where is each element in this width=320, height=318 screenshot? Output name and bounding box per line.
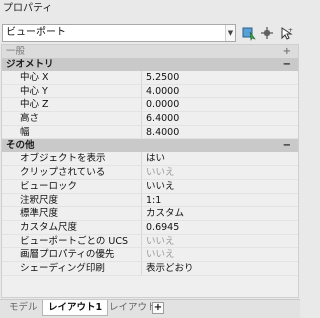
toolbar: ビューポート ▼ +: [0, 21, 300, 43]
object-type-selected: ビューポート: [6, 27, 66, 38]
property-value[interactable]: 6.4000: [146, 112, 179, 126]
pickadd-toggle-icon[interactable]: +: [278, 25, 294, 41]
property-label: 中心 X: [20, 72, 49, 83]
property-value[interactable]: 0.6945: [146, 221, 179, 235]
property-row[interactable]: オブジェクトを表示 はい: [2, 152, 298, 167]
property-label: 中心 Z: [20, 99, 49, 111]
property-row[interactable]: 注釈尺度 1:1: [2, 193, 298, 208]
property-value[interactable]: 8.4000: [146, 126, 179, 140]
property-label: クリップされている: [20, 167, 106, 179]
property-label: ビューポートごとの UCS: [20, 235, 129, 247]
section-geometry[interactable]: ジオメトリ −: [2, 58, 298, 71]
section-general[interactable]: 一般 +: [2, 45, 298, 58]
property-value[interactable]: 0.0000: [146, 98, 179, 112]
expand-icon[interactable]: +: [283, 45, 291, 58]
tab-layout1[interactable]: レイアウト1: [42, 300, 109, 316]
svg-text:+: +: [288, 27, 293, 34]
property-row[interactable]: 中心 Y 4.0000: [2, 84, 298, 99]
property-grid: 一般 + ジオメトリ − 中心 X 5.2500 中心 Y 4.0000 中心 …: [1, 44, 299, 298]
property-value[interactable]: 4.0000: [146, 85, 179, 99]
property-value: いいえ: [146, 235, 175, 247]
property-value[interactable]: いいえ: [146, 180, 175, 194]
layout-tab-bar: モデル レイアウト1 レイアウト2 +: [0, 299, 300, 318]
property-value[interactable]: 5.2500: [146, 71, 179, 85]
chevron-down-icon[interactable]: ▼: [225, 25, 235, 41]
section-geometry-label: ジオメトリ: [6, 59, 54, 70]
property-value[interactable]: カスタム: [146, 207, 184, 221]
property-label: ビューロック: [20, 180, 78, 192]
property-value[interactable]: 表示どおり: [146, 262, 194, 276]
section-misc[interactable]: その他 −: [2, 139, 298, 153]
tab-model[interactable]: モデル: [4, 300, 43, 316]
property-label: 中心 Y: [20, 85, 48, 97]
property-label: オブジェクトを表示: [20, 153, 106, 165]
property-row[interactable]: ビューポートごとの UCS いいえ: [2, 234, 298, 249]
property-row[interactable]: シェーディング印刷 表示どおり: [2, 261, 298, 276]
section-misc-label: その他: [6, 140, 35, 152]
property-label: 画層プロパティの優先: [20, 249, 115, 261]
property-value: いいえ: [146, 167, 175, 179]
collapse-icon[interactable]: −: [283, 139, 291, 152]
property-label: 高さ: [20, 113, 40, 125]
quick-select-icon[interactable]: [241, 25, 257, 41]
section-general-label: 一般: [6, 46, 26, 57]
add-layout-button[interactable]: +: [152, 302, 164, 314]
property-value[interactable]: 1:1: [146, 194, 161, 208]
property-row[interactable]: ビューロック いいえ: [2, 179, 298, 194]
property-row[interactable]: 高さ 6.4000: [2, 112, 298, 126]
property-row[interactable]: 中心 X 5.2500: [2, 71, 298, 85]
property-row[interactable]: 標準尺度 カスタム: [2, 207, 298, 221]
property-row[interactable]: 中心 Z 0.0000: [2, 98, 298, 113]
property-value: いいえ: [146, 249, 175, 261]
property-label: 注釈尺度: [20, 194, 59, 206]
object-type-dropdown[interactable]: ビューポート ▼: [2, 24, 236, 42]
property-row[interactable]: カスタム尺度 0.6945: [2, 220, 298, 235]
collapse-icon[interactable]: −: [283, 58, 291, 71]
property-label: 標準尺度: [20, 208, 59, 220]
property-label: カスタム尺度: [20, 221, 78, 233]
property-label: シェーディング印刷: [20, 262, 105, 274]
property-row[interactable]: 画層プロパティの優先 いいえ: [2, 248, 298, 262]
property-label: 幅: [20, 126, 30, 138]
window-title: プロパティ: [0, 0, 300, 18]
property-row[interactable]: 幅 8.4000: [2, 125, 298, 140]
select-objects-icon[interactable]: [259, 25, 275, 41]
property-value[interactable]: はい: [146, 152, 165, 166]
property-row[interactable]: クリップされている いいえ: [2, 166, 298, 180]
